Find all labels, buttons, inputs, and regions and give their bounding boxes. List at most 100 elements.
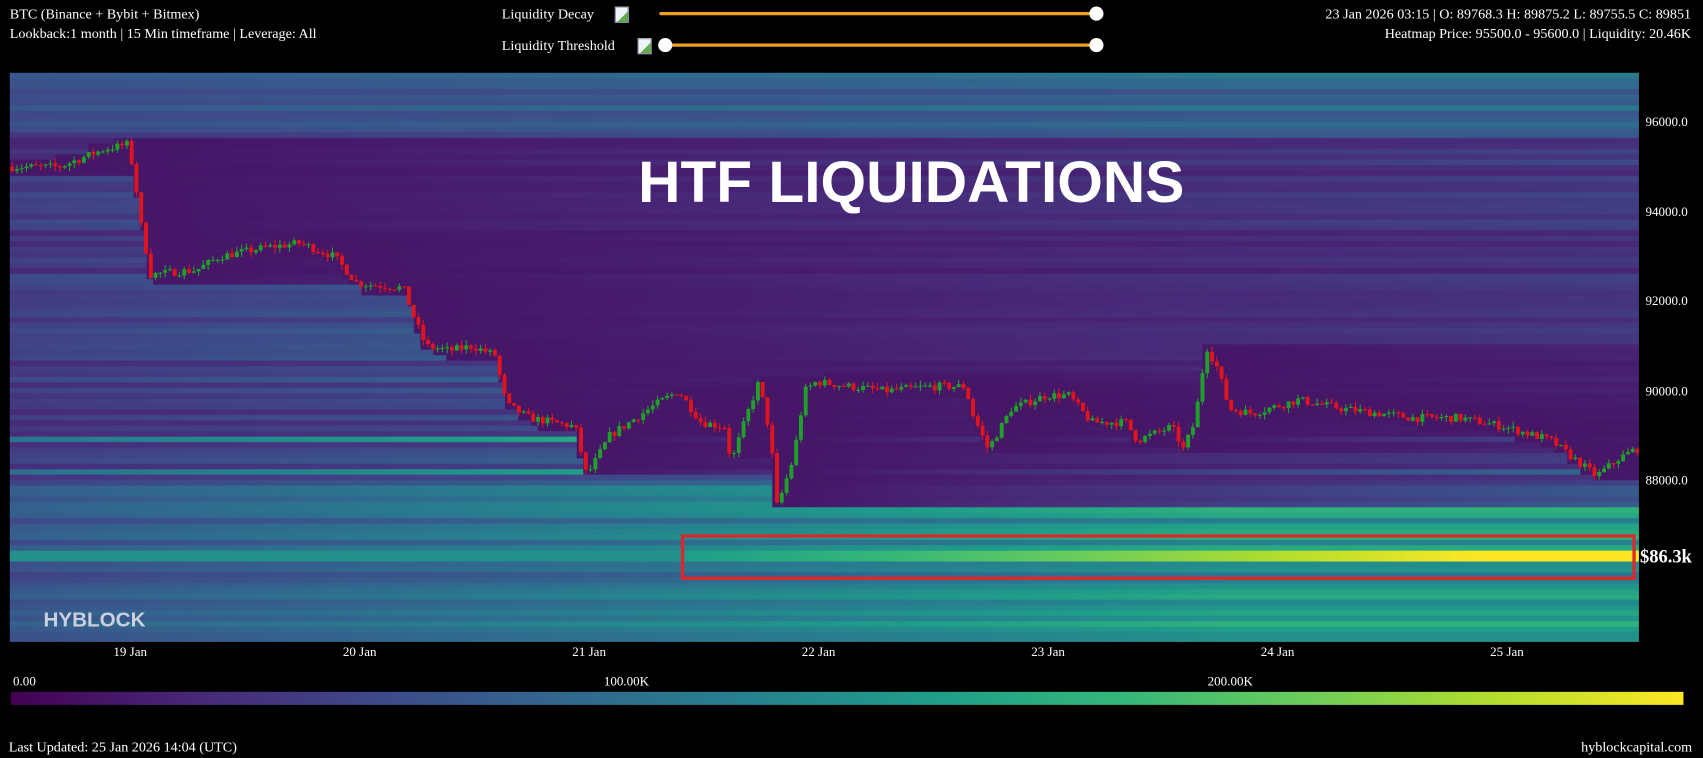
candle-body [837, 385, 842, 388]
liquidity-threshold-slider-handle-min[interactable] [658, 38, 673, 53]
candle-body [1124, 419, 1128, 421]
candle-body [1171, 425, 1176, 427]
candle-body [583, 452, 588, 470]
candle [1410, 413, 1415, 422]
liquidity-threshold-slider[interactable] [664, 43, 1096, 47]
candle [1253, 412, 1258, 418]
site-link[interactable]: hyblockcapital.com [1581, 739, 1692, 756]
liquidity-threshold-label: Liquidity Threshold [501, 36, 615, 54]
candle-body [717, 427, 722, 429]
candle [297, 239, 301, 248]
candle [636, 419, 641, 424]
liquidity-threshold-slider-handle-max[interactable] [1089, 38, 1104, 53]
candle [856, 386, 861, 393]
candle [426, 336, 431, 348]
candle-body [636, 419, 641, 421]
candle-body [803, 386, 808, 416]
candle-body [1410, 417, 1415, 421]
candle [564, 422, 569, 431]
candle [779, 490, 784, 505]
candle-body [464, 345, 469, 350]
candle-body [1042, 395, 1047, 399]
candle-body [679, 395, 684, 397]
candle [1487, 418, 1492, 425]
candle [402, 285, 407, 289]
candle [1554, 433, 1559, 450]
candle-body [1439, 417, 1444, 419]
candle-body [1023, 399, 1028, 403]
liquidity-decay-slider-handle[interactable] [1089, 6, 1104, 21]
candle-body [1339, 408, 1344, 412]
liquidity-decay-slider[interactable] [659, 11, 1096, 16]
candle-body [1516, 426, 1520, 435]
candle [951, 386, 956, 392]
candle [1071, 390, 1076, 402]
candle [1076, 397, 1081, 406]
candle-body [1444, 415, 1449, 418]
candle-body [459, 345, 464, 350]
candle-body [617, 426, 622, 436]
candle [435, 345, 440, 353]
candle-body [827, 380, 832, 385]
candle [502, 373, 507, 398]
candle-body [493, 350, 497, 356]
candle [684, 395, 689, 401]
candle-body [559, 422, 564, 424]
candle-body [1004, 415, 1009, 423]
candle [956, 379, 961, 388]
candle-body [507, 393, 512, 404]
candle-body [1592, 467, 1597, 476]
candle-body [684, 396, 689, 401]
candle-body [975, 416, 980, 426]
candle-body [1009, 411, 1014, 416]
candle [1042, 392, 1047, 403]
candle-body [841, 385, 846, 388]
candle-body [292, 240, 297, 245]
y-axis-tick-label: 94000.0 [1645, 204, 1688, 220]
candle [841, 383, 846, 388]
candle-body [1300, 397, 1305, 399]
candle [1635, 447, 1639, 456]
candle-body [665, 395, 670, 399]
candle-body [550, 417, 555, 421]
candle [727, 423, 732, 459]
candle [579, 423, 583, 456]
candle [1305, 395, 1310, 407]
candle-body [1037, 395, 1042, 402]
candle [416, 313, 421, 329]
candle [359, 280, 364, 291]
candle [545, 414, 550, 427]
heatmap-plot-area[interactable]: HTF LIQUIDATIONS HYBLOCK [9, 72, 1639, 642]
candle-body [1195, 401, 1200, 428]
candle [1501, 425, 1506, 432]
candle-body [703, 421, 708, 427]
candle-body [502, 374, 507, 394]
candle-body [698, 418, 703, 422]
candle-body [631, 419, 636, 423]
candle [1152, 429, 1157, 436]
candle-body [244, 247, 249, 250]
candle-body [875, 388, 880, 390]
candle-body [196, 268, 201, 272]
candle [741, 417, 746, 439]
candle-body [588, 469, 593, 471]
candle [1238, 409, 1243, 418]
candle-body [201, 264, 206, 269]
candle [1114, 417, 1119, 431]
candle-body [865, 385, 870, 387]
candle-body [641, 413, 646, 420]
candle-body [526, 411, 531, 414]
candle-body [416, 317, 421, 325]
candle [1195, 398, 1200, 428]
candle-body [1210, 351, 1214, 362]
candle-body [947, 382, 952, 389]
candle [507, 392, 512, 405]
x-axis-tick-label: 25 Jan [1490, 644, 1524, 660]
candle-body [1186, 434, 1191, 448]
candle [1602, 465, 1606, 473]
candle [249, 243, 254, 258]
candle-body [1434, 416, 1439, 419]
x-axis-tick-label: 21 Jan [572, 644, 606, 660]
colorbar-tick-label: 100.00K [603, 673, 650, 689]
candle [717, 422, 722, 433]
